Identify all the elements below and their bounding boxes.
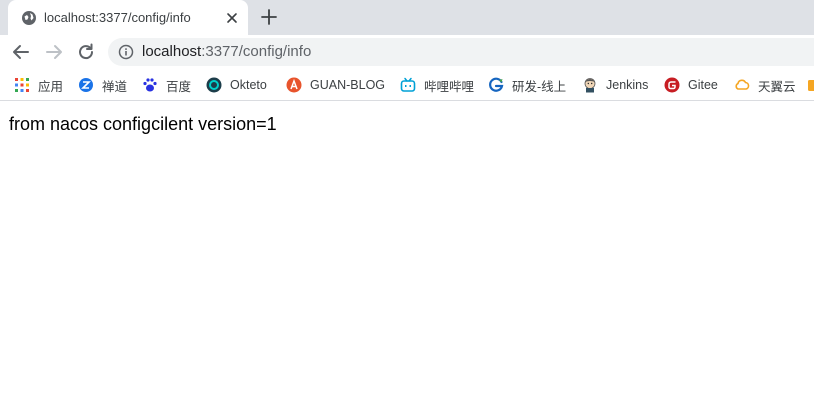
page-body-text: from nacos configcilent version=1: [9, 114, 277, 134]
tab-title: localhost:3377/config/info: [44, 10, 191, 25]
bookmark-bilibili[interactable]: 哔哩哔哩: [400, 69, 474, 101]
bookmark-label: Okteto: [230, 78, 267, 92]
bookmark-jenkins[interactable]: Jenkins: [582, 69, 648, 101]
bookmark-label: 百度: [166, 79, 192, 94]
apps-grid-icon: [15, 78, 29, 92]
bookmark-dev-online[interactable]: 研发-线上: [488, 69, 566, 101]
url-path: :3377/config/info: [201, 43, 312, 60]
toolbar: localhost:3377/config/info: [0, 35, 814, 69]
baidu-paw-icon: [143, 78, 157, 92]
bookmark-baidu[interactable]: 百度: [142, 69, 191, 101]
okteto-icon: [206, 77, 222, 93]
bookmark-label: 研发-线上: [512, 79, 567, 94]
bookmarks-bar: 应用 禅道 百度 Okteto GUAN-BLOG 哔哩哔哩 研发-线上 Jen…: [0, 69, 814, 101]
bookmark-overflow[interactable]: [808, 69, 814, 101]
bookmark-tianyi-cloud[interactable]: 天翼云: [734, 69, 796, 101]
globe-icon: [22, 11, 36, 25]
bookmark-label: GUAN-BLOG: [310, 78, 386, 92]
bookmark-label: 禅道: [102, 79, 128, 94]
bookmark-guan-blog[interactable]: GUAN-BLOG: [286, 69, 385, 101]
bilibili-icon: [400, 77, 416, 92]
jenkins-icon: [584, 78, 596, 93]
close-tab-icon[interactable]: [223, 9, 241, 27]
bookmark-okteto[interactable]: Okteto: [206, 69, 267, 101]
bookmark-gitee[interactable]: Gitee: [664, 69, 718, 101]
bookmark-label: 应用: [38, 79, 64, 94]
guan-blog-icon: [286, 77, 302, 93]
folder-icon: [808, 80, 814, 91]
url-text[interactable]: localhost:3377/config/info: [142, 43, 311, 60]
new-tab-icon[interactable]: [259, 7, 279, 27]
address-bar[interactable]: localhost:3377/config/info: [108, 38, 814, 66]
gitee-icon: [664, 77, 680, 93]
reload-icon[interactable]: [75, 41, 97, 63]
bookmark-label: Gitee: [688, 78, 718, 92]
tab-strip: localhost:3377/config/info: [0, 0, 814, 35]
url-host: localhost: [142, 43, 202, 60]
zentao-icon: [79, 78, 93, 92]
forward-arrow-icon[interactable]: [43, 41, 65, 63]
info-icon[interactable]: [118, 44, 134, 60]
bookmark-apps[interactable]: 应用: [14, 69, 63, 101]
bookmark-label: 哔哩哔哩: [424, 79, 475, 94]
bookmark-zentao[interactable]: 禅道: [78, 69, 127, 101]
dev-online-icon: [489, 77, 504, 92]
bookmark-label: Jenkins: [606, 78, 649, 92]
back-arrow-icon[interactable]: [10, 41, 32, 63]
tianyi-cloud-icon: [735, 79, 750, 90]
active-tab[interactable]: localhost:3377/config/info: [8, 0, 248, 35]
bookmark-label: 天翼云: [758, 79, 796, 94]
